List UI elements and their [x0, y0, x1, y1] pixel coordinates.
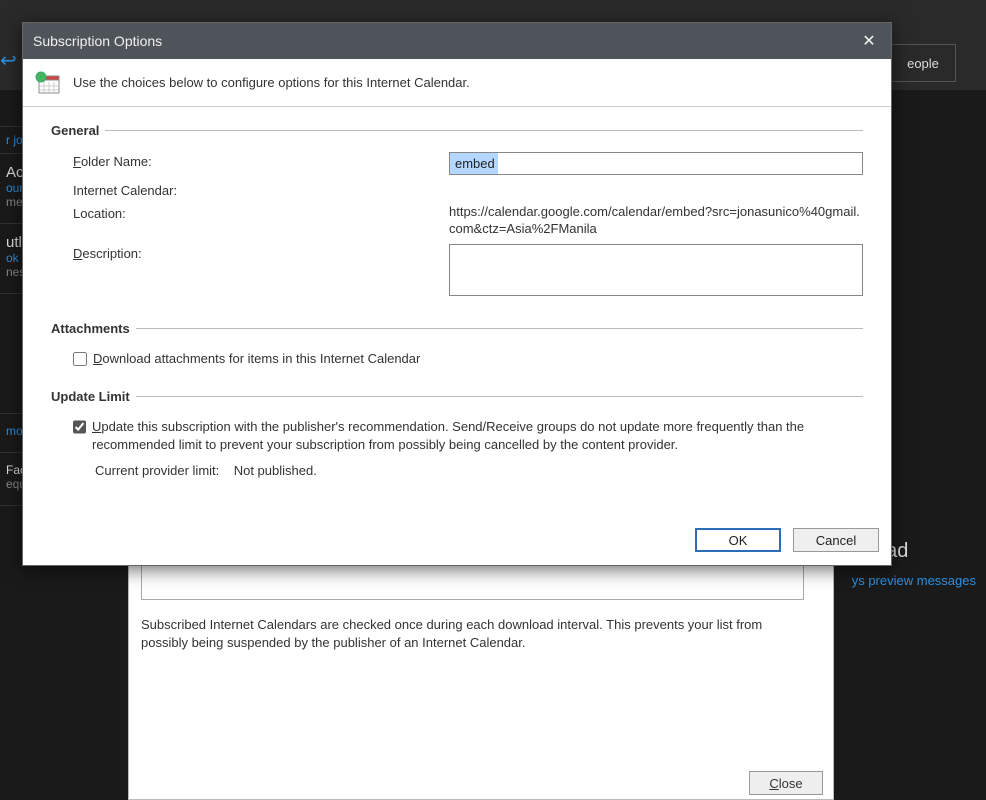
behind-close-button[interactable]: Close — [749, 771, 823, 795]
people-button-partial[interactable]: eople — [890, 44, 956, 82]
folder-name-label: Folder Name: — [73, 152, 449, 169]
dialog-header-strip: Use the choices below to configure optio… — [23, 59, 891, 107]
behind-description-text: Subscribed Internet Calendars are checke… — [141, 616, 803, 652]
description-label: Description: — [73, 244, 449, 261]
dialog-intro-text: Use the choices below to configure optio… — [73, 75, 470, 90]
provider-limit-row: Current provider limit: Not published. — [95, 463, 863, 478]
group-attachments: Attachments Download attachments for ite… — [51, 321, 863, 374]
behind-options-panel: Subscribed Internet Calendars are checke… — [128, 555, 834, 800]
dialog-titlebar[interactable]: Subscription Options ✕ — [23, 23, 891, 59]
dialog-body: General Folder Name: Internet Calendar: … — [23, 107, 891, 523]
group-attachments-legend: Attachments — [51, 321, 136, 336]
dialog-title: Subscription Options — [33, 33, 857, 49]
location-label: Location: — [73, 204, 449, 221]
update-subscription-checkbox[interactable] — [73, 420, 86, 434]
subscription-options-dialog: Subscription Options ✕ Use the choices b… — [22, 22, 892, 566]
location-value: https://calendar.google.com/calendar/emb… — [449, 204, 863, 238]
ok-button[interactable]: OK — [695, 528, 781, 552]
folder-name-field[interactable] — [449, 152, 863, 175]
close-label: Close — [769, 776, 802, 791]
cancel-button[interactable]: Cancel — [793, 528, 879, 552]
dialog-footer: OK Cancel — [23, 523, 891, 565]
download-attachments-label: Download attachments for items in this I… — [93, 350, 420, 368]
reading-pane-preview-link[interactable]: ys preview messages — [852, 573, 976, 588]
group-general-legend: General — [51, 123, 105, 138]
reply-arrow-icon: ↩ — [0, 48, 17, 73]
group-general: General Folder Name: Internet Calendar: … — [51, 123, 863, 305]
provider-limit-label: Current provider limit: — [95, 463, 219, 478]
internet-calendar-label: Internet Calendar: — [73, 181, 449, 198]
calendar-globe-icon — [35, 71, 61, 95]
description-field[interactable] — [449, 244, 863, 296]
provider-limit-value: Not published. — [234, 463, 317, 478]
group-update-limit-legend: Update Limit — [51, 389, 136, 404]
download-attachments-checkbox[interactable] — [73, 352, 87, 366]
group-update-limit: Update Limit Update this subscription wi… — [51, 389, 863, 478]
close-icon[interactable]: ✕ — [857, 29, 881, 53]
update-subscription-label: Update this subscription with the publis… — [92, 418, 863, 453]
